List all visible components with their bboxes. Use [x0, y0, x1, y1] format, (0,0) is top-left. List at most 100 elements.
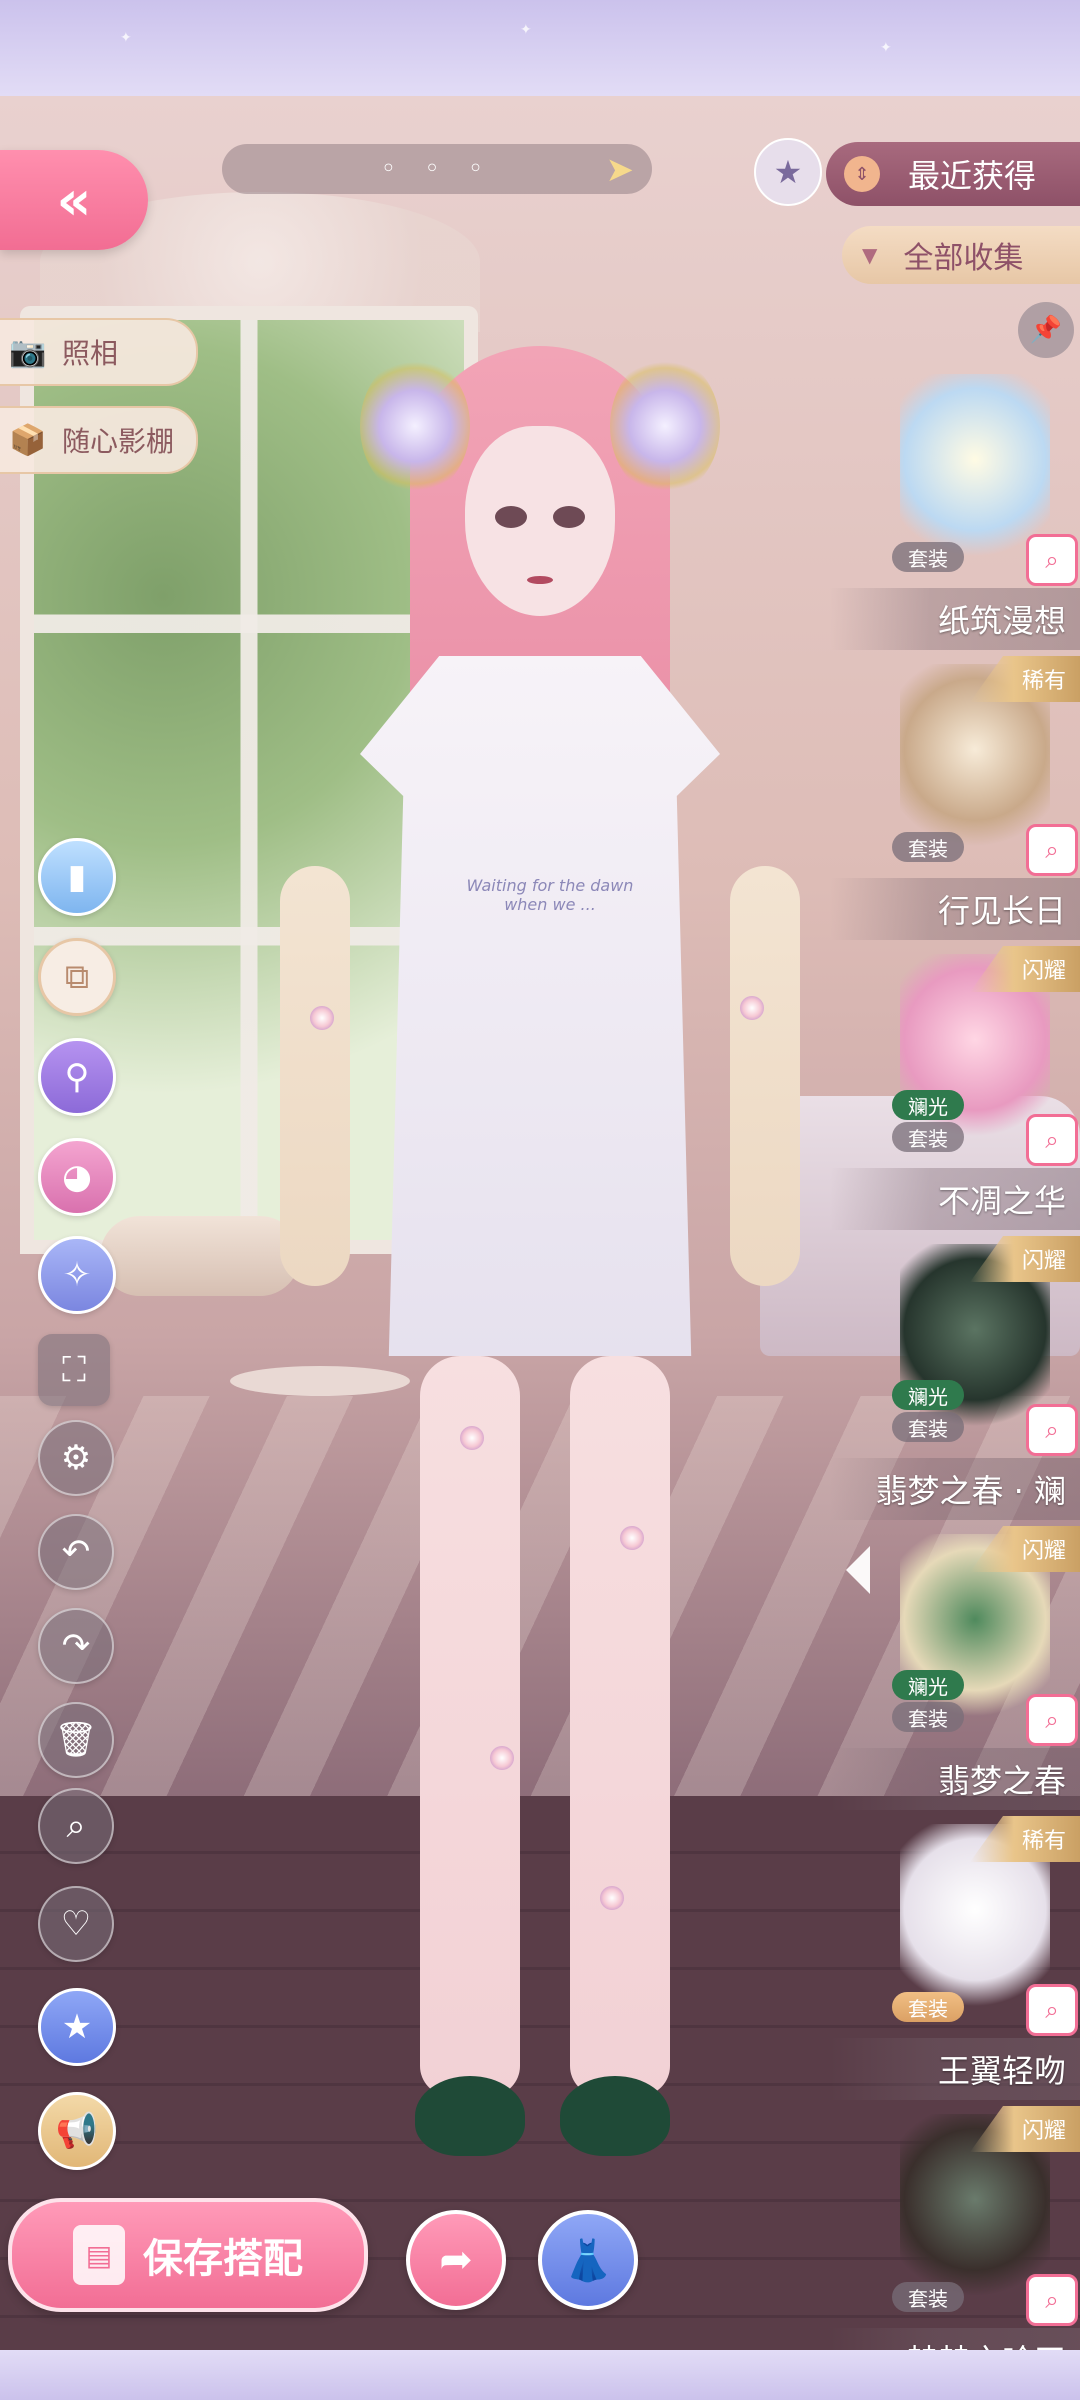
layers-tool-button[interactable]: ⧉	[38, 938, 116, 1016]
set-badge: 套装	[892, 1992, 964, 2022]
sort-toggle-icon: ⇕	[844, 156, 880, 192]
top-frame: ✦ ✦ ✦	[0, 0, 1080, 96]
undo-button[interactable]: ↶	[38, 1514, 114, 1590]
outfit-detail-button[interactable]: 👗	[538, 2210, 638, 2310]
sort-recent-button[interactable]: ⇕ 最近获得	[826, 142, 1080, 206]
outfit-item[interactable]: 闪耀斓光 套装 ⌕ 翡梦之春 · 斓	[830, 1236, 1080, 1520]
right-arm	[730, 866, 800, 1286]
clothing-icon: 👗	[563, 2237, 613, 2284]
filter-label: 全部收集	[903, 241, 1024, 276]
star-icon: ★	[61, 2007, 93, 2047]
glow-badge: 斓光	[892, 1670, 964, 1700]
star-tool-button[interactable]: ★	[38, 1988, 116, 2066]
sparkle-icon: ✦	[880, 40, 892, 56]
leg-flower	[460, 1426, 484, 1450]
cup-icon: ▮	[67, 857, 87, 897]
leg-flower	[600, 1886, 624, 1910]
effect-tool-button[interactable]: ✧	[38, 1236, 116, 1314]
sparkle-icon: ✦	[120, 30, 132, 46]
outfit-name: 翡梦之春	[830, 1748, 1080, 1810]
back-button[interactable]: «	[0, 150, 148, 250]
outfit-item[interactable]: 稀有套装 ⌕ 行见长日	[830, 656, 1080, 940]
glow-badge: 斓光	[892, 1090, 964, 1120]
adjust-tool-button[interactable]: ⚲	[38, 1038, 116, 1116]
megaphone-icon: 📢	[55, 2111, 99, 2151]
left-shoe	[415, 2076, 525, 2156]
magnify-icon[interactable]: ⌕	[1026, 2274, 1078, 2326]
outfit-item[interactable]: 稀有 套装 ⌕ 王翼轻吻	[830, 1816, 1080, 2100]
redo-button[interactable]: ↷	[38, 1608, 114, 1684]
save-outfit-label: 保存搭配	[143, 2236, 303, 2282]
share-outfit-button[interactable]: ➦	[406, 2210, 506, 2310]
character-dress: Waiting for the dawn when we ...	[360, 656, 720, 1356]
arm-flower	[310, 1006, 334, 1030]
outfit-item[interactable]: 闪耀 斓光 套装 ⌕ 不凋之华	[830, 946, 1080, 1230]
studio-box-icon: 📦	[9, 422, 47, 458]
rarity-badge: 闪耀	[970, 2106, 1080, 2152]
search-icon: ⌕	[66, 1806, 86, 1846]
rarity-badge: 闪耀	[970, 1526, 1080, 1572]
sparkle-icon: ✦	[520, 22, 532, 38]
sparkle-star-icon: ✧	[62, 1255, 92, 1295]
outfit-name: 纸筑漫想	[830, 588, 1080, 650]
sort-label: 最近获得	[908, 157, 1037, 195]
right-shoe	[560, 2076, 670, 2156]
leg-flower	[490, 1746, 514, 1770]
magnify-icon[interactable]: ⌕	[1026, 1694, 1078, 1746]
left-arm	[280, 866, 350, 1286]
layers-icon: ⧉	[64, 957, 90, 997]
rarity-badge: 稀有	[970, 1816, 1080, 1862]
photo-button[interactable]: 📷 照相	[0, 318, 198, 386]
star-icon: ★	[773, 153, 803, 191]
delete-button[interactable]: 🗑	[38, 1702, 114, 1778]
set-badge: 套装	[892, 832, 964, 862]
glow-badge: 斓光	[892, 1380, 964, 1410]
triangle-down-icon: ▼	[862, 243, 878, 267]
outfit-name: 不凋之华	[830, 1168, 1080, 1230]
set-badge: 套装	[892, 542, 964, 572]
dress-print-text: Waiting for the dawn when we ...	[466, 876, 634, 914]
outfit-item[interactable]: 套装 ⌕ 纸筑漫想	[830, 366, 1080, 650]
set-badge: 套装	[892, 1412, 964, 1442]
redo-icon: ↷	[61, 1626, 91, 1666]
studio-button[interactable]: 📦 随心影棚	[0, 406, 198, 474]
right-headpiece	[610, 356, 720, 496]
share-arrow-icon: ➦	[439, 2237, 473, 2283]
right-eye	[553, 506, 585, 528]
favorite-star-button[interactable]: ★	[754, 138, 822, 206]
outfit-name: 翡梦之春 · 斓	[830, 1458, 1080, 1520]
character-face	[465, 426, 615, 616]
rarity-badge: 稀有	[970, 656, 1080, 702]
magnify-adjust-icon: ⚲	[64, 1057, 90, 1097]
magnify-icon[interactable]: ⌕	[1026, 1114, 1078, 1166]
drink-tool-button[interactable]: ▮	[38, 838, 116, 916]
outfit-name: 行见长日	[830, 878, 1080, 940]
like-button[interactable]: ♡	[38, 1886, 114, 1962]
top-status-pill[interactable]: ◦ ◦ ◦ ➤	[222, 144, 652, 194]
set-badge: 套装	[892, 1122, 964, 1152]
outfit-list[interactable]: 套装 ⌕ 纸筑漫想 稀有 套装 ⌕ 行见长日 闪耀 斓光 套装 ⌕ 不凋之华 闪耀 斓光 套装 ⌕ 翡梦之春 ·…	[830, 296, 1080, 2350]
save-outfit-button[interactable]: ▤ 保存搭配	[8, 2198, 368, 2312]
arrow-right-icon: ➤	[605, 150, 635, 190]
search-button[interactable]: ⌕	[38, 1788, 114, 1864]
settings-icon: ⚙	[60, 1438, 92, 1478]
outfit-thumbnail[interactable]	[900, 374, 1050, 564]
magnify-icon[interactable]: ⌕	[1026, 1404, 1078, 1456]
double-chevron-left-icon: «	[56, 168, 92, 232]
settings-button[interactable]: ⚙	[38, 1420, 114, 1496]
magnify-icon[interactable]: ⌕	[1026, 824, 1078, 876]
magnify-icon[interactable]: ⌕	[1026, 534, 1078, 586]
announce-button[interactable]: 📢	[38, 2092, 116, 2170]
arm-flower	[740, 996, 764, 1020]
palette-tool-button[interactable]: ◕	[38, 1138, 116, 1216]
palette-icon: ◕	[62, 1157, 92, 1197]
magnify-icon[interactable]: ⌕	[1026, 1984, 1078, 2036]
outfit-item[interactable]: 闪耀套装 ⌕赫赫之吟天	[830, 2106, 1080, 2350]
fullscreen-button[interactable]: ⛶	[38, 1334, 110, 1406]
set-badge: 套装	[892, 1702, 964, 1732]
studio-label: 随心影棚	[62, 425, 175, 458]
rarity-badge: 闪耀	[970, 1236, 1080, 1282]
collection-filter-button[interactable]: ▼ 全部收集	[842, 226, 1080, 284]
character-model[interactable]: Waiting for the dawn when we ...	[240, 326, 840, 2246]
mouth	[527, 576, 553, 584]
